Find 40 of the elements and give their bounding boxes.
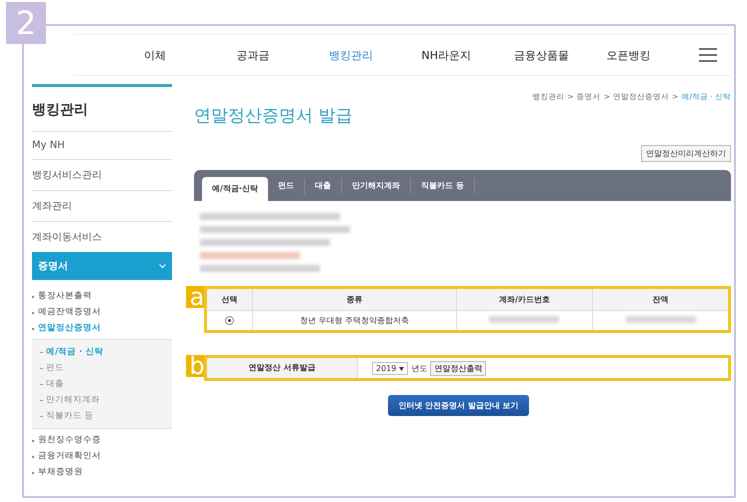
- tab[interactable]: 대출: [304, 178, 342, 194]
- sidebar-title: 뱅킹관리: [32, 101, 89, 120]
- menu-item-label: 증명서: [38, 260, 68, 273]
- page-title: 연말정산증명서 발급: [194, 105, 354, 127]
- column-header: 잔액: [592, 289, 728, 310]
- tab[interactable]: 만기해지계좌: [342, 178, 411, 194]
- nav-menu-item[interactable]: 금융상품몰: [514, 48, 606, 62]
- menu-item[interactable]: My NH: [32, 131, 172, 159]
- menu-item[interactable]: 뱅킹서비스관리: [32, 159, 172, 190]
- blurred-text: [626, 316, 696, 323]
- tab[interactable]: 예/적금·신탁: [202, 177, 268, 201]
- radio-button[interactable]: [225, 316, 234, 326]
- guide-button[interactable]: 인터넷 안전증명서 발급안내 보기: [388, 395, 529, 416]
- submenu-item[interactable]: 예금잔액증명서: [32, 304, 172, 320]
- menu-icon[interactable]: [699, 48, 717, 62]
- nav-menu-item[interactable]: 오픈뱅킹: [606, 48, 699, 62]
- column-header: 선택: [207, 289, 253, 310]
- form-label: 연말정산 서류발급: [207, 358, 358, 378]
- menu-item[interactable]: 계좌관리: [32, 190, 172, 221]
- column-header: 계좌/카드번호: [456, 289, 593, 310]
- blurred-text: [489, 316, 560, 323]
- nav-menu-item[interactable]: 이체: [144, 48, 236, 62]
- step-badge: 2: [6, 2, 46, 44]
- nav-menu-item[interactable]: NH라운지: [422, 48, 514, 62]
- nav-menu-item[interactable]: 뱅킹관리: [329, 48, 422, 62]
- submenu-item[interactable]: 통장사본출력: [32, 288, 172, 304]
- preview-button[interactable]: 연말정산미리계산하기: [641, 145, 731, 162]
- unit-label: 년도: [411, 362, 428, 374]
- year-select[interactable]: 2019: [372, 362, 408, 374]
- chevron-down-icon: [159, 264, 166, 268]
- table-cell: 청년 우대형 주택청약종합저축: [252, 310, 456, 330]
- dropdown-arrow-icon: [399, 366, 404, 370]
- submenu-item[interactable]: 원천징수영수증: [32, 432, 172, 448]
- submenu-item[interactable]: 부채증명원: [32, 464, 172, 480]
- tab[interactable]: 직불카드 등: [410, 178, 475, 194]
- nav-menu-item[interactable]: 공과금: [236, 48, 329, 62]
- column-header: 종류: [252, 289, 456, 310]
- submenu-item[interactable]: 금융거래확인서: [32, 448, 172, 464]
- print-button[interactable]: 연말정산출력: [430, 360, 486, 376]
- tab[interactable]: 펀드: [268, 178, 305, 194]
